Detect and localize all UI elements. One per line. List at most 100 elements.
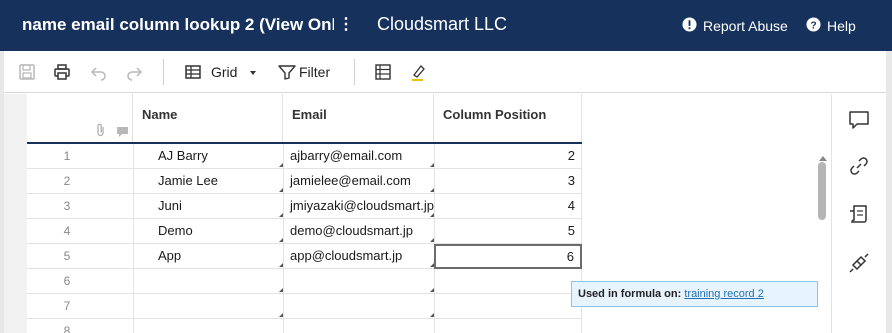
column-position-cell[interactable] [434,269,582,294]
table-row[interactable]: 1 AJ Barry ajbarry@email.com 2 [27,144,582,169]
column-position-cell[interactable]: 3 [434,169,582,194]
filter-button[interactable]: Filter [299,64,330,80]
table-row[interactable]: 4 Demo demo@cloudsmart.jp 5 [27,219,582,244]
cell-corner-marker [430,163,434,167]
print-icon[interactable] [53,63,71,81]
link-icon[interactable] [848,155,870,177]
column-header-label: Column Position [443,107,547,122]
name-cell[interactable] [133,294,283,319]
name-cell[interactable]: Jamie Lee [133,169,283,194]
row-number: 6 [63,274,71,288]
sheet-menu-button[interactable]: ⋮ [338,14,354,34]
cell-corner-marker [430,313,434,317]
email-cell[interactable]: demo@cloudsmart.jp [283,219,434,244]
filter-icon[interactable] [278,63,296,81]
toolbar-divider [163,59,164,85]
svg-text:?: ? [810,20,816,31]
cell-corner-marker [279,163,283,167]
column-header-label: Email [292,107,327,122]
row-number: 8 [63,324,71,333]
redo-icon[interactable] [125,63,143,81]
right-edge [886,51,892,333]
column-header-label: Name [142,107,178,122]
tooltip-label: Used in formula on: [578,288,682,300]
table-row[interactable]: 3 Juni jmiyazaki@cloudsmart.jp 4 [27,194,582,219]
help-label: Help [827,18,856,34]
column-position-cell[interactable]: 2 [434,144,582,169]
alert-icon [682,17,697,35]
card-view-icon[interactable] [374,63,392,81]
column-divider [581,94,582,144]
cell-corner-marker [279,263,283,267]
row-number: 4 [63,224,71,238]
cell-corner-marker [279,313,283,317]
chevron-down-icon[interactable] [248,64,258,82]
save-icon[interactable] [18,63,36,81]
email-cell[interactable]: jmiyazaki@cloudsmart.jp [283,194,434,219]
column-position-cell[interactable]: 5 [434,219,582,244]
cell-corner-marker [279,188,283,192]
cell-corner-marker [430,188,434,192]
row-gutter [4,94,27,333]
help-icon: ? [806,17,821,35]
cell-corner-marker [430,238,434,242]
report-abuse-label: Report Abuse [703,18,788,34]
sheet-title: name email column lookup 2 (View Only) [22,15,334,34]
cell-corner-marker [279,238,283,242]
email-cell[interactable]: app@cloudsmart.jp [283,244,434,269]
name-cell[interactable] [133,269,283,294]
email-cell[interactable] [283,269,434,294]
table-row[interactable]: 5 App app@cloudsmart.jp 6 [27,244,582,269]
tooltip-sheet-link[interactable]: training record 2 [684,288,764,300]
name-cell[interactable]: AJ Barry [133,144,283,169]
attachment-icon [95,123,107,137]
column-position-cell[interactable]: 4 [434,194,582,219]
name-cell[interactable]: Demo [133,219,283,244]
row-number: 1 [63,149,71,163]
row-number: 2 [63,174,71,188]
cell-corner-marker [430,213,434,217]
report-abuse-link[interactable]: Report Abuse [682,17,788,35]
grid-icon[interactable] [184,63,202,81]
column-header-name[interactable]: Name [132,94,282,144]
right-panel-rail [831,94,892,333]
name-cell[interactable]: Juni [133,194,283,219]
column-header-column-position[interactable]: Column Position [433,94,581,144]
cell-corner-marker [430,263,434,267]
connector-icon[interactable] [848,252,870,274]
summary-icon[interactable] [848,203,870,225]
toolbar-divider [354,59,355,85]
column-position-cell[interactable] [434,319,582,333]
conversation-icon[interactable] [848,109,870,131]
highlight-icon[interactable] [409,63,427,81]
app-window: name email column lookup 2 (View Only) ⋮… [0,0,892,333]
table-row[interactable]: 6 [27,269,582,294]
help-link[interactable]: ? Help [806,17,856,35]
cell-corner-marker [279,213,283,217]
column-position-cell[interactable]: 6 [434,244,582,269]
row-number: 7 [63,299,71,313]
column-header-email[interactable]: Email [282,94,433,144]
grid-view-button[interactable]: Grid [211,64,237,80]
formula-tooltip: Used in formula on: training record 2 [571,281,818,307]
table-row[interactable]: 8 [27,319,582,333]
column-position-cell[interactable] [434,294,582,319]
undo-icon[interactable] [90,63,108,81]
vertical-scrollbar[interactable] [818,162,826,220]
table-row[interactable]: 2 Jamie Lee jamielee@email.com 3 [27,169,582,194]
comment-icon [116,125,129,137]
name-cell[interactable]: App [133,244,283,269]
email-cell[interactable]: jamielee@email.com [283,169,434,194]
toolbar: Grid Filter [4,51,892,93]
company-name: Cloudsmart LLC [377,14,508,34]
email-cell[interactable] [283,319,434,333]
scroll-up-arrow[interactable] [818,149,828,161]
row-number: 3 [63,199,71,213]
name-cell[interactable] [133,319,283,333]
row-number: 5 [63,249,71,263]
cell-corner-marker [430,288,434,292]
email-cell[interactable] [283,294,434,319]
email-cell[interactable]: ajbarry@email.com [283,144,434,169]
cell-corner-marker [279,288,283,292]
table-row[interactable]: 7 [27,294,582,319]
